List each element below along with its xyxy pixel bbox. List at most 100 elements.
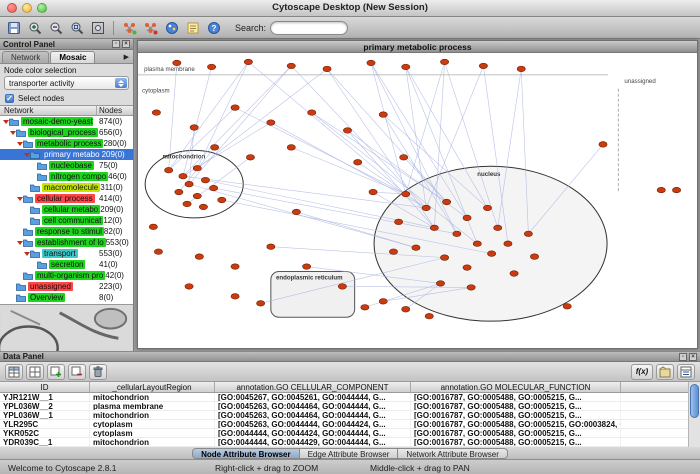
cell-cellular-component[interactable]: [GO:0045267, GO:0045261, GO:0044444, G..… [215, 393, 411, 401]
cell-molecular-function[interactable]: [GO:0016787, GO:0005488, GO:0005215, G..… [411, 411, 621, 419]
expand-arrow-icon[interactable] [23, 153, 30, 157]
network-node[interactable] [193, 193, 201, 199]
network-node[interactable] [563, 304, 571, 310]
cell-id[interactable]: YPL036W__1 [0, 411, 90, 419]
cell-region[interactable]: cytoplasm [90, 429, 215, 437]
column-header-id[interactable]: ID [0, 382, 90, 392]
network-node[interactable] [400, 155, 408, 161]
new-network-button[interactable] [120, 19, 139, 37]
cell-region[interactable]: plasma membrane [90, 402, 215, 410]
network-node[interactable] [231, 294, 239, 300]
expand-arrow-icon[interactable] [2, 120, 9, 124]
tree-header-network[interactable]: Network [0, 106, 97, 115]
tree-header-nodes[interactable]: Nodes [97, 106, 133, 115]
network-node[interactable] [657, 187, 665, 193]
network-node[interactable] [367, 60, 375, 66]
search-input[interactable] [270, 21, 348, 35]
cell-cellular-component[interactable]: [GO:0044444, GO:0044424, GO:0044444, G..… [215, 429, 411, 437]
table-row[interactable]: YPL036W__2 plasma membrane [GO:0045263, … [0, 402, 700, 411]
vizmapper-button[interactable] [162, 19, 181, 37]
network-node[interactable] [402, 306, 410, 312]
tree-row[interactable]: cell communicat 12(0) [0, 215, 133, 226]
tree-row[interactable]: primary metabo 209(0) [0, 149, 133, 160]
network-node[interactable] [323, 66, 331, 72]
tree-row[interactable]: nitrogen compo 46(0) [0, 171, 133, 182]
tree-row[interactable]: macromolecule 311(0) [0, 182, 133, 193]
network-canvas[interactable]: mitochondrionnucleusendoplasmic reticulu… [138, 53, 697, 348]
expand-arrow-icon[interactable] [16, 241, 23, 245]
import-attributes-button[interactable] [656, 364, 674, 380]
export-attributes-button[interactable] [677, 364, 695, 380]
network-graph[interactable]: mitochondrionnucleusendoplasmic reticulu… [138, 53, 697, 348]
cell-molecular-function[interactable]: [GO:0016787, GO:0005488, GO:0005215, G..… [411, 402, 621, 410]
network-node[interactable] [440, 255, 448, 261]
table-row[interactable]: YLR295C cytoplasm [GO:0045263, GO:004444… [0, 420, 700, 429]
tree-row[interactable]: secretion 41(0) [0, 259, 133, 270]
network-node[interactable] [179, 173, 187, 179]
function-builder-button[interactable]: f(x) [631, 364, 653, 380]
network-node[interactable] [517, 66, 525, 72]
cell-molecular-function[interactable]: [GO:0016787, GO:0005488, GO:0005215, G..… [411, 438, 621, 446]
tree-row[interactable]: cellular metabo 209(0) [0, 204, 133, 215]
table-scrollbar[interactable] [688, 382, 700, 447]
network-node[interactable] [473, 241, 481, 247]
float-panel-icon[interactable]: ▫ [679, 353, 687, 361]
help-button[interactable]: ? [204, 19, 223, 37]
network-node[interactable] [361, 304, 369, 310]
tree-row[interactable]: metabolic process 280(0) [0, 138, 133, 149]
network-node[interactable] [201, 177, 209, 183]
cell-id[interactable]: YDR039C__1 [0, 438, 90, 446]
network-node[interactable] [190, 125, 198, 131]
network-node[interactable] [463, 265, 471, 271]
network-node[interactable] [453, 231, 461, 237]
network-node[interactable] [211, 145, 219, 151]
tree-row[interactable]: unassigned 223(0) [0, 281, 133, 292]
select-attributes-button[interactable] [5, 364, 23, 380]
network-node[interactable] [183, 201, 191, 207]
cell-region[interactable]: cytoplasm [90, 420, 215, 428]
network-node[interactable] [389, 249, 397, 255]
network-node[interactable] [412, 245, 420, 251]
cell-cellular-component[interactable]: [GO:0044444, GO:0044429, GO:0044444, G..… [215, 438, 411, 446]
network-node[interactable] [308, 110, 316, 116]
table-row[interactable]: YPL036W__1 mitochondrion [GO:0045263, GO… [0, 411, 700, 420]
zoom-out-button[interactable] [46, 19, 65, 37]
birdseye-view[interactable] [0, 304, 133, 351]
zoom-in-button[interactable] [25, 19, 44, 37]
network-node[interactable] [395, 219, 403, 225]
network-node[interactable] [292, 209, 300, 215]
tab-scroll-right-icon[interactable]: ▶ [124, 53, 131, 63]
table-row[interactable]: YKR052C cytoplasm [GO:0044444, GO:004442… [0, 429, 700, 438]
network-node[interactable] [494, 225, 502, 231]
network-node[interactable] [440, 59, 448, 65]
network-node[interactable] [231, 105, 239, 111]
tree-row[interactable]: Overview 8(0) [0, 292, 133, 303]
tree-row[interactable]: transport 553(0) [0, 248, 133, 259]
network-node[interactable] [343, 128, 351, 134]
cell-molecular-function[interactable]: [GO:0016787, GO:0005488, GO:0005215, G..… [411, 429, 621, 437]
network-node[interactable] [185, 284, 193, 290]
cell-cellular-component[interactable]: [GO:0045263, GO:0044464, GO:0044444, G..… [215, 411, 411, 419]
cell-molecular-function[interactable]: [GO:0016787, GO:0005488, GO:0005215, GO:… [411, 420, 621, 428]
network-node[interactable] [463, 215, 471, 221]
network-node[interactable] [287, 63, 295, 69]
zoom-selected-button[interactable] [67, 19, 86, 37]
node-color-dropdown[interactable]: transporter activity [4, 76, 129, 90]
expand-arrow-icon[interactable] [16, 197, 23, 201]
network-node[interactable] [524, 231, 532, 237]
network-node[interactable] [599, 142, 607, 148]
tree-row[interactable]: multi-organism pro 42(0) [0, 270, 133, 281]
network-node[interactable] [149, 224, 157, 230]
network-node[interactable] [488, 251, 496, 257]
trash-button[interactable] [89, 364, 107, 380]
network-node[interactable] [402, 64, 410, 70]
cell-id[interactable]: YKR052C [0, 429, 90, 437]
tree-row[interactable]: response to stimul 82(0) [0, 226, 133, 237]
network-node[interactable] [152, 110, 160, 116]
network-node[interactable] [402, 191, 410, 197]
network-node[interactable] [210, 185, 218, 191]
cell-id[interactable]: YPL036W__2 [0, 402, 90, 410]
tab-node-attribute-browser[interactable]: Node Attribute Browser [192, 448, 300, 459]
network-node[interactable] [154, 249, 162, 255]
network-node[interactable] [379, 112, 387, 118]
